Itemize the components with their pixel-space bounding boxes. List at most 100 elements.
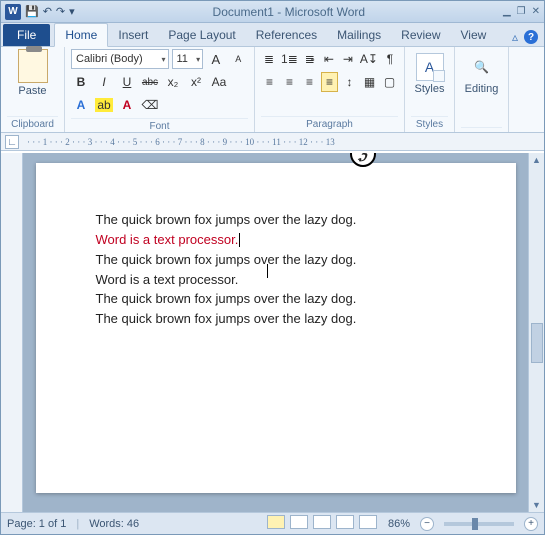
tab-review[interactable]: Review	[391, 24, 450, 46]
view-print-layout[interactable]	[267, 515, 285, 529]
show-marks-button[interactable]: ¶	[382, 49, 398, 69]
tab-view[interactable]: View	[451, 24, 497, 46]
workspace: ℨ The quick brown fox jumps over the laz…	[1, 153, 544, 512]
zoom-level[interactable]: 86%	[388, 518, 410, 530]
document-line[interactable]: The quick brown fox jumps over the lazy …	[96, 310, 456, 329]
scroll-down-icon[interactable]: ▼	[532, 500, 541, 510]
clipboard-icon	[18, 49, 48, 83]
sort-button[interactable]: A↧	[359, 49, 379, 69]
grow-font-button[interactable]: A	[206, 49, 225, 69]
title-bar: W 💾 ↶ ↷ ▾ Document1 - Microsoft Word ▁ ❐…	[1, 1, 544, 23]
page[interactable]: ℨ The quick brown fox jumps over the laz…	[36, 163, 516, 493]
group-editing: Editing	[455, 47, 509, 132]
font-color-button[interactable]: A	[117, 95, 137, 115]
find-icon	[468, 53, 496, 81]
italic-button[interactable]: I	[94, 72, 114, 92]
styles-label: Styles	[415, 83, 445, 95]
ribbon-minimize-icon[interactable]: ▵	[512, 30, 518, 44]
align-justify-button[interactable]: ≡	[321, 72, 338, 92]
tab-references[interactable]: References	[246, 24, 327, 46]
view-outline[interactable]	[336, 515, 354, 529]
paragraph-group-label: Paragraph	[261, 116, 398, 132]
caret-icon	[239, 233, 240, 247]
bullets-button[interactable]: ≣	[261, 49, 277, 69]
line-spacing-button[interactable]: ↕	[341, 72, 358, 92]
zoom-out-button[interactable]: −	[420, 517, 434, 531]
vertical-ruler[interactable]	[1, 153, 23, 512]
styles-button[interactable]: A Styles	[411, 49, 448, 95]
shading-button[interactable]: ▦	[361, 72, 378, 92]
zoom-in-button[interactable]: +	[524, 517, 538, 531]
status-words[interactable]: Words: 46	[89, 518, 139, 530]
zoom-slider[interactable]	[444, 522, 514, 526]
increase-indent-button[interactable]: ⇥	[340, 49, 356, 69]
shrink-font-button[interactable]: A	[229, 49, 248, 69]
document-line[interactable]: Word is a text processor.	[96, 231, 456, 250]
group-styles: A Styles Styles	[405, 47, 455, 132]
tab-home[interactable]: Home	[54, 23, 108, 47]
group-paragraph: ≣ 1≣ ≣̵ ⇤ ⇥ A↧ ¶ ≡ ≡ ≡ ≡ ↕ ▦ ▢ Paragraph	[255, 47, 405, 132]
decrease-indent-button[interactable]: ⇤	[321, 49, 337, 69]
editing-group-label	[461, 127, 502, 132]
document-line[interactable]: Word is a text processor.	[96, 271, 456, 290]
window-title: Document1 - Microsoft Word	[75, 5, 503, 19]
view-full-screen[interactable]	[290, 515, 308, 529]
group-clipboard: Paste Clipboard	[1, 47, 65, 132]
ribbon-tabs: File Home Insert Page Layout References …	[1, 23, 544, 47]
styles-icon: A	[416, 53, 444, 81]
borders-button[interactable]: ▢	[381, 72, 398, 92]
clear-formatting-button[interactable]: ⌫	[140, 95, 160, 115]
editing-label: Editing	[465, 83, 499, 95]
scroll-up-icon[interactable]: ▲	[532, 155, 541, 165]
font-size-select[interactable]: 11	[172, 49, 204, 69]
tab-selector[interactable]: ∟	[5, 135, 19, 149]
align-left-button[interactable]: ≡	[261, 72, 278, 92]
group-font: Calibri (Body) 11 A A B I U abc x₂ x² Aa…	[65, 47, 255, 132]
scroll-thumb[interactable]	[531, 323, 543, 363]
app-icon: W	[5, 4, 21, 20]
editing-button[interactable]: Editing	[461, 49, 502, 95]
multilevel-button[interactable]: ≣̵	[302, 49, 318, 69]
highlight-button[interactable]: ab	[94, 95, 114, 115]
vertical-scrollbar[interactable]: ▲ ▼	[528, 153, 544, 512]
bold-button[interactable]: B	[71, 72, 91, 92]
horizontal-ruler[interactable]: ∟ · · · 1 · · · 2 · · · 3 · · · 4 · · · …	[1, 133, 544, 151]
font-group-label: Font	[71, 118, 248, 134]
clipboard-group-label: Clipboard	[7, 116, 58, 132]
restore-button[interactable]: ❐	[517, 6, 526, 17]
format-painter-cursor-icon: ℨ	[350, 153, 376, 167]
tab-mailings[interactable]: Mailings	[327, 24, 391, 46]
strike-button[interactable]: abc	[140, 72, 160, 92]
change-case-button[interactable]: Aa	[209, 72, 229, 92]
text-effects-button[interactable]: A	[71, 95, 91, 115]
paste-label: Paste	[18, 85, 46, 97]
status-page[interactable]: Page: 1 of 1	[7, 518, 66, 530]
minimize-button[interactable]: ▁	[503, 6, 511, 17]
quick-access-toolbar: 💾 ↶ ↷ ▾	[25, 5, 75, 18]
align-center-button[interactable]: ≡	[281, 72, 298, 92]
font-name-select[interactable]: Calibri (Body)	[71, 49, 169, 69]
help-icon[interactable]: ?	[524, 30, 538, 44]
tab-file[interactable]: File	[3, 24, 50, 46]
redo-icon[interactable]: ↷	[56, 5, 65, 18]
save-icon[interactable]: 💾	[25, 5, 39, 18]
document-area[interactable]: ℨ The quick brown fox jumps over the laz…	[23, 153, 528, 512]
undo-icon[interactable]: ↶	[43, 5, 52, 18]
document-line[interactable]: The quick brown fox jumps over the lazy …	[96, 290, 456, 309]
close-button[interactable]: ✕	[532, 6, 540, 17]
document-line[interactable]: The quick brown fox jumps over the lazy …	[96, 211, 456, 230]
view-draft[interactable]	[359, 515, 377, 529]
underline-button[interactable]: U	[117, 72, 137, 92]
styles-group-label: Styles	[411, 116, 448, 132]
ruler-numbers: · · · 1 · · · 2 · · · 3 · · · 4 · · · 5 …	[27, 137, 335, 147]
align-right-button[interactable]: ≡	[301, 72, 318, 92]
document-line[interactable]: The quick brown fox jumps over the lazy …	[96, 251, 456, 270]
paste-button[interactable]: Paste	[7, 49, 58, 97]
status-bar: Page: 1 of 1 | Words: 46 86% − +	[1, 512, 544, 534]
tab-page-layout[interactable]: Page Layout	[158, 24, 245, 46]
numbering-button[interactable]: 1≣	[280, 49, 299, 69]
tab-insert[interactable]: Insert	[108, 24, 158, 46]
view-web-layout[interactable]	[313, 515, 331, 529]
superscript-button[interactable]: x²	[186, 72, 206, 92]
subscript-button[interactable]: x₂	[163, 72, 183, 92]
